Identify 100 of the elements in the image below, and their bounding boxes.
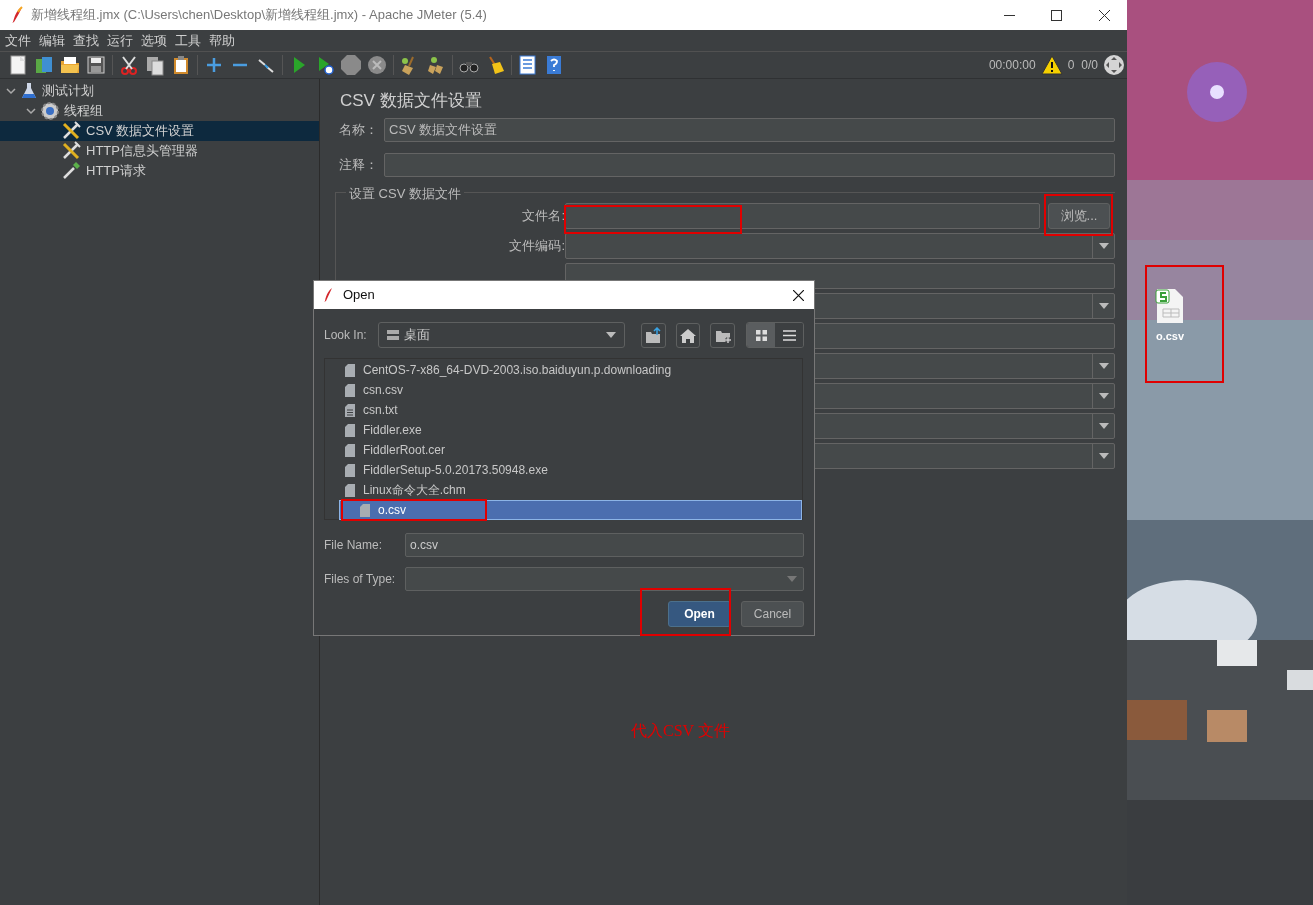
dialog-title: Open [343, 286, 375, 305]
tools-icon [61, 121, 81, 141]
file-icon [345, 363, 355, 377]
panel-title: CSV 数据文件设置 [340, 90, 483, 112]
thread-count: 0/0 [1081, 57, 1098, 74]
file-name: csn.txt [363, 402, 398, 419]
window-title: 新增线程组.jmx (C:\Users\chen\Desktop\新增线程组.jmx) - Apache JMeter (5.4) [31, 6, 487, 25]
menu-item[interactable]: 选项 [140, 30, 168, 51]
menu-item[interactable]: 运行 [106, 30, 134, 51]
maximize-icon[interactable] [1051, 9, 1062, 21]
templates-icon[interactable] [33, 54, 55, 76]
warning-icon[interactable] [1040, 55, 1063, 75]
drive-icon [386, 330, 399, 340]
text-field[interactable] [565, 203, 1040, 229]
tree-item[interactable]: CSV 数据文件设置 [0, 121, 319, 141]
text-field[interactable]: o.csv [405, 533, 804, 557]
gear-icon [41, 102, 59, 120]
file-item[interactable]: Fiddler.exe [325, 420, 802, 440]
tree-item[interactable]: HTTP信息头管理器 [0, 141, 319, 161]
dropdown-arrow-icon [1098, 453, 1109, 459]
file-icon [345, 463, 355, 477]
tree-item[interactable]: 测试计划 [0, 81, 319, 101]
list-view-button[interactable] [747, 323, 776, 347]
file-icon [345, 383, 355, 397]
warning-count: 0 [1067, 57, 1075, 74]
spreadsheet-file-icon[interactable] [1155, 288, 1185, 324]
folder-up-icon [644, 326, 663, 344]
elapsed-time: 00:00:00 [988, 57, 1036, 74]
new-folder-button[interactable] [710, 322, 736, 348]
file-item[interactable]: csn.csv [325, 380, 802, 400]
file-name: Fiddler.exe [363, 422, 422, 439]
tree-item[interactable]: 线程组 [0, 101, 319, 121]
open-button[interactable]: Open [668, 601, 731, 627]
open-folder-icon[interactable] [59, 54, 81, 76]
field-label: 文件名: [522, 207, 565, 226]
file-item[interactable]: o.csv [339, 500, 802, 520]
file-name: Linux命令大全.chm [363, 482, 466, 499]
folder-up-button[interactable] [640, 322, 666, 348]
flask-icon [21, 82, 37, 100]
text-field[interactable] [384, 153, 1115, 177]
file-icon [345, 443, 355, 457]
save-icon[interactable] [85, 54, 107, 76]
grid-icon [755, 329, 767, 341]
feather-icon [11, 6, 23, 24]
file-name: FiddlerSetup-5.0.20173.50948.exe [363, 462, 548, 479]
dropdown-arrow-icon [1098, 243, 1109, 249]
file-item[interactable]: FiddlerRoot.cer [325, 440, 802, 460]
field-label: Look In: [324, 327, 368, 344]
file-item[interactable]: csn.txt [325, 400, 802, 420]
field-label: 名称： [339, 121, 379, 140]
file-icon [360, 503, 370, 517]
file-item[interactable]: FiddlerSetup-5.0.20173.50948.exe [325, 460, 802, 480]
tree-label: HTTP信息头管理器 [86, 142, 198, 161]
text-field[interactable]: CSV 数据文件设置 [384, 118, 1115, 142]
menu-item[interactable]: 工具 [174, 30, 202, 51]
browse-button[interactable]: 浏览... [1048, 203, 1110, 229]
home-button[interactable] [675, 322, 701, 348]
menu-item[interactable]: 编辑 [38, 30, 66, 51]
dropdown-arrow-icon [1098, 363, 1109, 369]
menu-item[interactable]: 帮助 [208, 30, 236, 51]
field-label: 注释： [339, 156, 379, 175]
new-file-icon[interactable] [7, 54, 29, 76]
tree-item[interactable]: HTTP请求 [0, 161, 319, 181]
close-icon[interactable] [1099, 9, 1110, 21]
file-name: csn.csv [363, 382, 403, 399]
tools-icon [61, 141, 81, 161]
dropdown-arrow-icon [1098, 303, 1109, 309]
dropdown-arrow-icon [605, 332, 616, 338]
menu-icon [782, 329, 796, 341]
list-icon[interactable] [517, 54, 539, 76]
field-label: File Name: [324, 537, 383, 554]
file-name: FiddlerRoot.cer [363, 442, 446, 459]
dropdown[interactable]: 桌面 [377, 322, 625, 348]
cancel-button[interactable]: Cancel [741, 601, 804, 627]
expand-icon[interactable] [1103, 54, 1125, 76]
dropdown-arrow-icon [1098, 393, 1109, 399]
shutdown-icon[interactable] [366, 54, 388, 76]
file-icon [345, 423, 355, 437]
home-icon [678, 326, 697, 344]
dropdown-value: 桌面 [403, 326, 430, 345]
file-item[interactable]: Linux命令大全.chm [325, 480, 802, 500]
tree-label: CSV 数据文件设置 [86, 122, 195, 141]
copy-icon[interactable] [144, 54, 166, 76]
field-label: Files of Type: [324, 571, 397, 588]
scissors-icon[interactable] [118, 54, 140, 76]
text-file-icon [345, 403, 355, 417]
minimize-icon[interactable] [1004, 14, 1015, 16]
tree-label: 测试计划 [42, 82, 94, 101]
file-label: o.csv [1155, 329, 1185, 344]
highlight-frame [1044, 194, 1113, 236]
annotation-text: 代入CSV 文件 [631, 721, 730, 741]
close-icon[interactable] [793, 289, 804, 301]
tree-label: 线程组 [64, 102, 103, 121]
file-icon [345, 483, 355, 497]
menu-item[interactable]: 文件 [4, 30, 32, 51]
menu-item[interactable]: 查找 [72, 30, 100, 51]
file-name: o.csv [378, 502, 406, 519]
feather-icon [323, 287, 333, 303]
dropdown-arrow-icon [1098, 423, 1109, 429]
file-item[interactable]: CentOS-7-x86_64-DVD-2003.iso.baiduyun.p.downloading [325, 360, 802, 380]
